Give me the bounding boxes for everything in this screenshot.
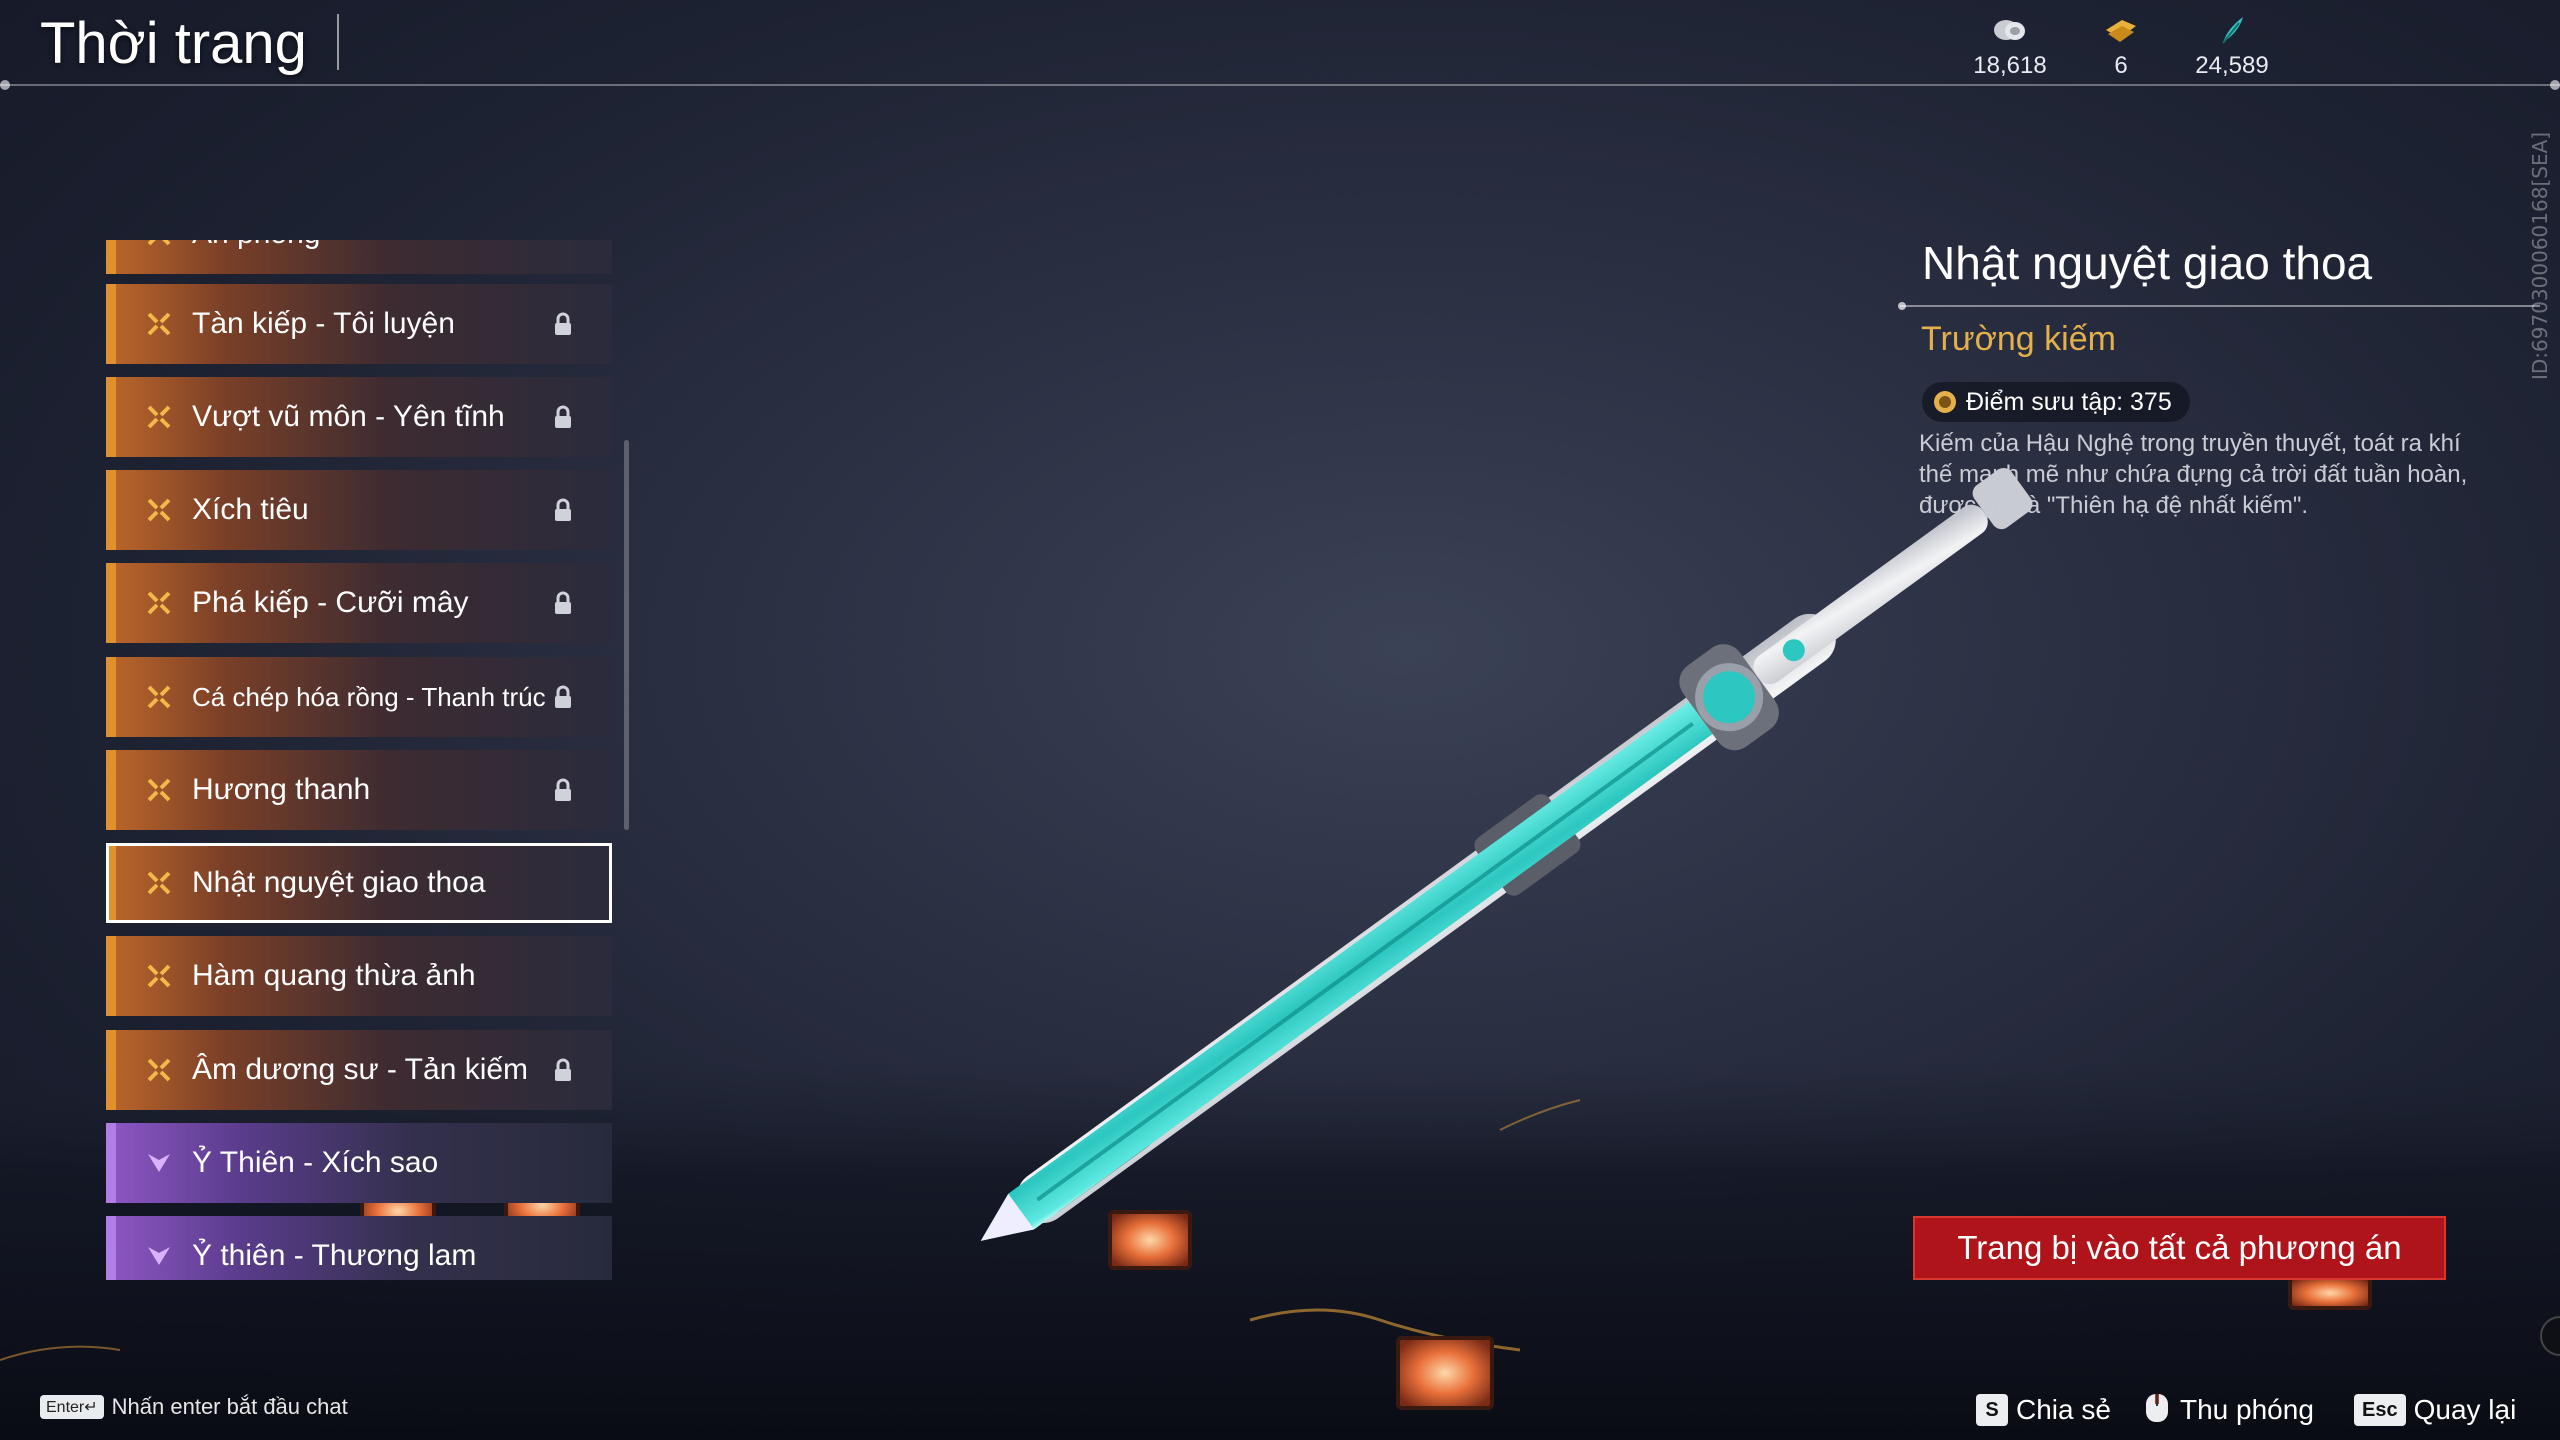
lock-icon bbox=[550, 405, 576, 429]
rarity-icon bbox=[144, 591, 174, 615]
list-item[interactable]: Xích tiêu bbox=[106, 470, 612, 550]
purple-rarity-icon bbox=[144, 1152, 174, 1174]
lock-icon bbox=[550, 312, 576, 336]
currency-gold-value: 6 bbox=[2114, 52, 2128, 79]
list-item[interactable]: Ỷ Thiên - Xích sao bbox=[106, 1123, 612, 1203]
esc-key-badge: Esc bbox=[2354, 1394, 2406, 1426]
list-item[interactable]: Tàn kiếp - Tôi luyện bbox=[106, 284, 612, 364]
share-label: Chia sẻ bbox=[2016, 1394, 2111, 1425]
jade-feather-icon bbox=[2177, 14, 2287, 46]
collection-medal-icon bbox=[1932, 389, 1958, 415]
list-item-label: Hàm quang thừa ảnh bbox=[192, 959, 476, 992]
list-item-selected[interactable]: Nhật nguyệt giao thoa bbox=[106, 843, 612, 923]
rarity-icon bbox=[144, 1058, 174, 1082]
fashion-item-list[interactable]: Ẩn phong Tàn kiếp - Tôi luyện Vượt vũ mô… bbox=[106, 240, 616, 1280]
top-line-dot-right bbox=[2550, 80, 2560, 90]
top-bar: Thời trang 18,618 6 24,589 bbox=[0, 0, 2560, 90]
share-key-badge: S bbox=[1976, 1394, 2008, 1426]
top-divider-line bbox=[0, 84, 2560, 86]
rarity-icon bbox=[144, 240, 174, 246]
list-item[interactable]: Ỷ thiên - Thương lam bbox=[106, 1216, 612, 1280]
page-title: Thời trang bbox=[40, 11, 307, 76]
list-item-label: Ỷ thiên - Thương lam bbox=[192, 1239, 477, 1272]
list-item-label: Cá chép hóa rồng - Thanh trúc bbox=[192, 681, 546, 712]
list-item[interactable]: Âm dương sư - Tản kiếm bbox=[106, 1030, 612, 1110]
mouse-icon bbox=[2142, 1392, 2172, 1429]
currency-silver[interactable]: 18,618 bbox=[1955, 14, 2065, 80]
list-item-label: Nhật nguyệt giao thoa bbox=[192, 866, 486, 899]
currency-jade-value: 24,589 bbox=[2195, 52, 2269, 79]
item-name: Nhật nguyệt giao thoa bbox=[1922, 237, 2373, 289]
list-item[interactable]: Ẩn phong bbox=[106, 240, 612, 274]
list-item-label: Xích tiêu bbox=[192, 493, 309, 526]
rarity-icon bbox=[144, 685, 174, 709]
enter-key-badge: Enter↵ bbox=[40, 1395, 104, 1419]
zoom-action[interactable]: Thu phóng bbox=[2142, 1390, 2314, 1430]
currency-jade[interactable]: 24,589 bbox=[2177, 14, 2287, 80]
list-item[interactable]: Phá kiếp - Cưỡi mây bbox=[106, 563, 612, 643]
list-item-label: Phá kiếp - Cưỡi mây bbox=[192, 586, 469, 619]
collection-points-badge: Điểm sưu tập: 375 bbox=[1922, 382, 2190, 422]
lock-icon bbox=[550, 591, 576, 615]
rarity-icon bbox=[144, 778, 174, 802]
back-action[interactable]: Esc Quay lại bbox=[2354, 1390, 2516, 1430]
title-divider bbox=[337, 14, 339, 70]
lock-icon bbox=[550, 498, 576, 522]
currency-gold[interactable]: 6 bbox=[2066, 14, 2176, 80]
back-label: Quay lại bbox=[2413, 1394, 2517, 1425]
rarity-icon bbox=[144, 964, 174, 988]
lock-icon bbox=[550, 685, 576, 709]
list-item[interactable]: Cá chép hóa rồng - Thanh trúc bbox=[106, 657, 612, 737]
chat-hint[interactable]: Enter↵ Nhấn enter bắt đầu chat bbox=[40, 1394, 348, 1420]
currency-silver-value: 18,618 bbox=[1973, 52, 2047, 79]
equip-all-loadouts-button[interactable]: Trang bị vào tất cả phương án bbox=[1913, 1216, 2446, 1280]
rarity-icon bbox=[144, 405, 174, 429]
rarity-icon bbox=[144, 312, 174, 336]
list-item-label: Âm dương sư - Tản kiếm bbox=[192, 1053, 529, 1086]
list-item-label: Ẩn phong bbox=[192, 240, 612, 251]
lock-icon bbox=[550, 778, 576, 802]
lock-icon bbox=[550, 1058, 576, 1082]
item-description: Kiếm của Hậu Nghệ trong truyền thuyết, t… bbox=[1919, 430, 2468, 519]
item-name-underline bbox=[1900, 305, 2540, 307]
collection-points-text: Điểm sưu tập: 375 bbox=[1966, 387, 2172, 416]
item-name-underline-dot bbox=[1898, 302, 1906, 310]
list-item-label: Hương thanh bbox=[192, 773, 371, 806]
list-item[interactable]: Vượt vũ môn - Yên tĩnh bbox=[106, 377, 612, 457]
rarity-icon bbox=[144, 498, 174, 522]
purple-rarity-icon bbox=[144, 1245, 174, 1267]
item-type: Trường kiếm bbox=[1921, 320, 2116, 358]
rarity-icon bbox=[144, 871, 174, 895]
zoom-label: Thu phóng bbox=[2180, 1394, 2314, 1425]
top-line-dot-left bbox=[0, 80, 10, 90]
list-item-label: Vượt vũ môn - Yên tĩnh bbox=[192, 400, 505, 433]
player-id-label: ID:6970300060168[SEA] bbox=[2528, 131, 2552, 380]
chat-hint-text: Nhấn enter bắt đầu chat bbox=[111, 1394, 348, 1419]
silver-coin-icon bbox=[1955, 14, 2065, 46]
list-item[interactable]: Hương thanh bbox=[106, 750, 612, 830]
gold-ticket-icon bbox=[2066, 14, 2176, 46]
list-item[interactable]: Hàm quang thừa ảnh bbox=[106, 936, 612, 1016]
list-item-label: Tàn kiếp - Tôi luyện bbox=[192, 307, 455, 340]
share-action[interactable]: S Chia sẻ bbox=[1976, 1390, 2111, 1430]
list-scrollbar[interactable] bbox=[624, 440, 629, 830]
list-item-label: Ỷ Thiên - Xích sao bbox=[192, 1146, 439, 1179]
